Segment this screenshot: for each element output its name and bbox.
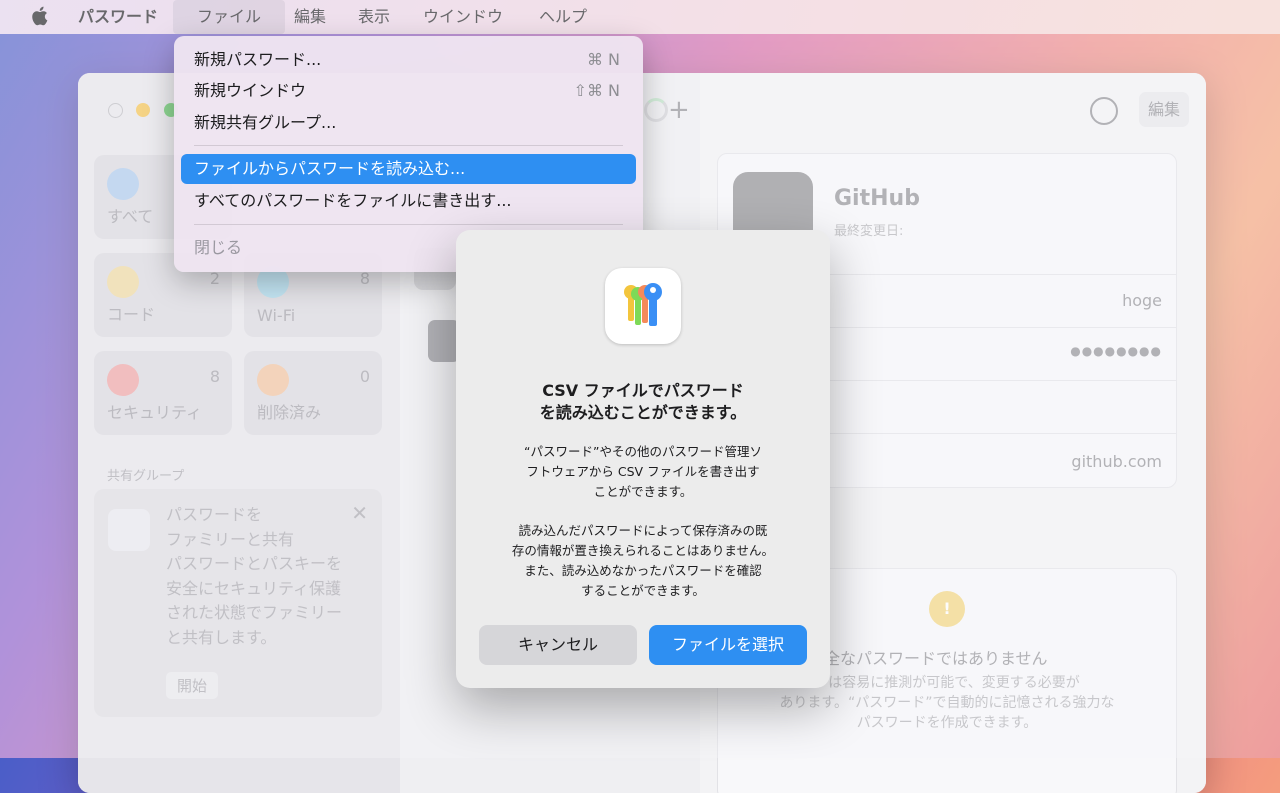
import-dialog: CSV ファイルでパスワード を読み込むことができます。 “パスワード”やその他… bbox=[456, 230, 830, 688]
cancel-button[interactable]: キャンセル bbox=[479, 625, 637, 665]
menu-item-new-password[interactable]: 新規パスワード... ⌘ N bbox=[181, 45, 636, 75]
menu-item-import-passwords[interactable]: ファイルからパスワードを読み込む... bbox=[181, 154, 636, 184]
dialog-paragraph-1: “パスワード”やその他のパスワード管理ソ フトウェアから CSV ファイルを書き… bbox=[524, 444, 762, 499]
passwords-app-icon bbox=[605, 268, 681, 344]
menu-item-new-window[interactable]: 新規ウインドウ ⇧⌘ N bbox=[181, 76, 636, 106]
dialog-paragraph-2: 読み込んだパスワードによって保存済みの既 存の情報が置き換えられることはありませ… bbox=[511, 523, 775, 598]
menu-item-export-passwords[interactable]: すべてのパスワードをファイルに書き出す... bbox=[181, 186, 636, 216]
choose-file-button[interactable]: ファイルを選択 bbox=[649, 625, 807, 665]
menu-item-new-shared-group[interactable]: 新規共有グループ... bbox=[181, 108, 636, 138]
dialog-title: CSV ファイルでパスワード を読み込むことができます。 bbox=[539, 381, 747, 422]
